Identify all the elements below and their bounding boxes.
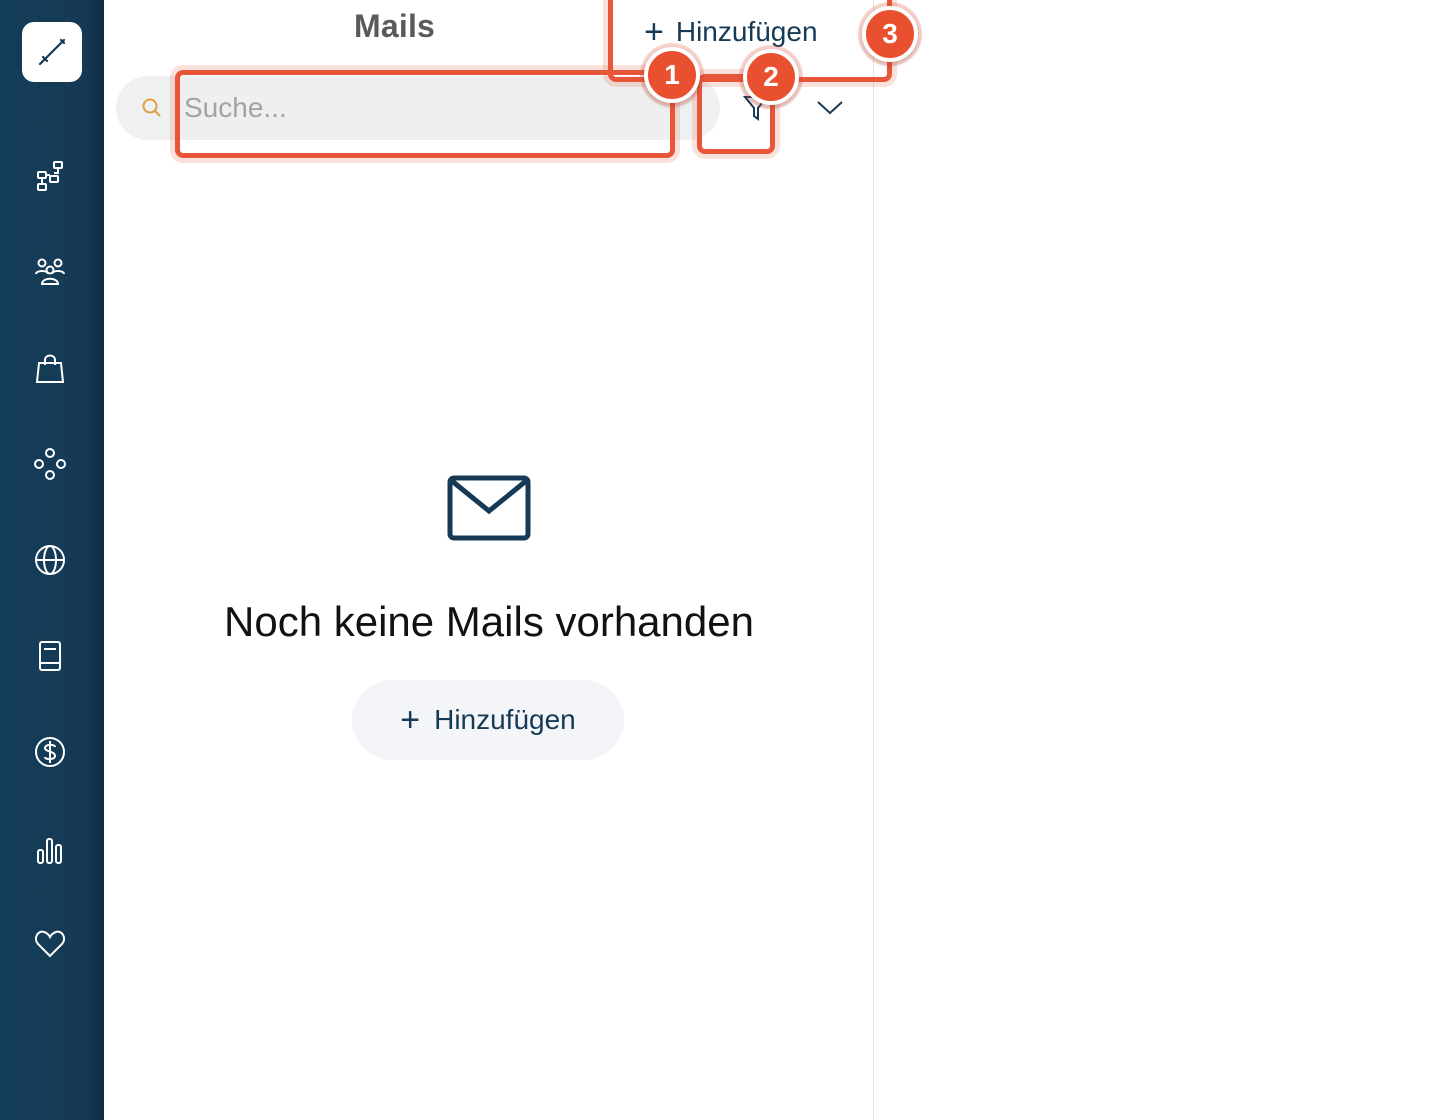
book-icon[interactable] — [30, 636, 70, 676]
heart-icon[interactable] — [30, 924, 70, 964]
dropdown-toggle[interactable] — [810, 88, 850, 128]
search-icon — [142, 98, 161, 117]
globe-icon[interactable] — [30, 540, 70, 580]
empty-state-add-label: Hinzufügen — [434, 704, 576, 735]
network-icon[interactable] — [30, 444, 70, 484]
plus-icon: + — [644, 13, 664, 51]
search-input[interactable] — [182, 76, 672, 140]
empty-state-add-button[interactable]: + Hinzufügen — [352, 680, 624, 760]
header-add-button[interactable]: + Hinzufügen — [644, 10, 818, 54]
empty-state-message: Noch keine Mails vorhanden — [224, 598, 754, 645]
header-add-label: Hinzufügen — [675, 16, 818, 47]
logo-pen-icon[interactable] — [22, 22, 82, 82]
users-icon[interactable] — [30, 252, 70, 292]
dollar-icon[interactable] — [30, 732, 70, 772]
shopping-bag-icon[interactable] — [30, 348, 70, 388]
filter-button[interactable] — [734, 84, 778, 132]
filter-icon — [743, 96, 769, 121]
page-title: Mails — [354, 8, 436, 44]
bar-chart-icon[interactable] — [30, 830, 70, 870]
search-bar — [116, 76, 720, 140]
sitemap-icon[interactable] — [30, 156, 70, 196]
chevron-down-icon — [817, 101, 843, 115]
sidebar — [0, 0, 104, 1120]
mails-panel: Mails + Hinzufügen Noch keine Mails vorh… — [104, 0, 874, 1120]
plus-icon: + — [400, 701, 421, 739]
detail-pane — [874, 0, 1440, 1120]
mail-icon — [447, 475, 531, 541]
